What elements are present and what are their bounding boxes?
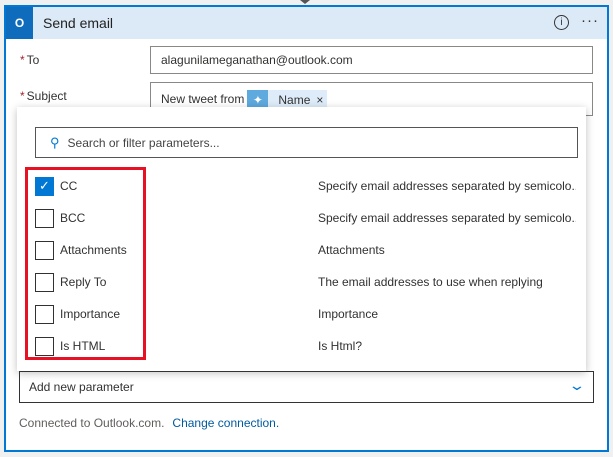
search-input[interactable]: ⚲ Search or filter parameters... [35,127,578,158]
required-marker: * [20,53,25,67]
change-connection-link[interactable]: Change connection. [172,416,279,430]
subject-label-text: Subject [26,89,67,103]
required-marker: * [20,89,25,103]
to-label-text: To [26,53,40,67]
to-label: * To [20,53,39,67]
highlight-box [25,167,146,360]
option-description: Attachments [318,243,385,257]
connection-footer: Connected to Outlook.com. Change connecti… [19,416,279,430]
option-description: Specify email addresses separated by sem… [318,211,576,225]
info-icon[interactable]: i [554,15,569,30]
chevron-down-icon: ⌄ [568,377,586,393]
card-title: Send email [43,15,114,31]
remove-token-icon[interactable]: × [316,93,327,107]
connector-arrow [300,0,310,4]
search-icon: ⚲ [50,134,60,150]
option-description: The email addresses to use when replying [318,275,543,289]
search-placeholder: Search or filter parameters... [67,135,220,150]
more-options-icon[interactable]: ··· [581,12,599,29]
subject-prefix: New tweet from [161,92,245,106]
option-description: Is Html? [318,339,363,353]
subject-label: * Subject [20,89,67,103]
to-input[interactable]: alagunilameganathan@outlook.com [150,46,593,74]
card-header[interactable]: O Send email i ··· [6,7,607,39]
option-description: Specify email addresses separated by sem… [318,179,576,193]
option-description: Importance [318,307,379,321]
send-email-card: O Send email i ··· * To alagunilameganath… [4,5,609,452]
parameter-dropdown: ⚲ Search or filter parameters... ✓ CC Spec… [17,107,586,371]
token-label: Name [278,93,311,107]
to-value: alagunilameganathan@outlook.com [161,53,353,67]
outlook-logo-icon: O [6,7,33,39]
connection-text: Connected to Outlook.com. [19,416,165,430]
add-parameter-label: Add new parameter [29,380,134,394]
add-new-parameter-dropdown[interactable]: Add new parameter ⌄ [19,371,594,403]
